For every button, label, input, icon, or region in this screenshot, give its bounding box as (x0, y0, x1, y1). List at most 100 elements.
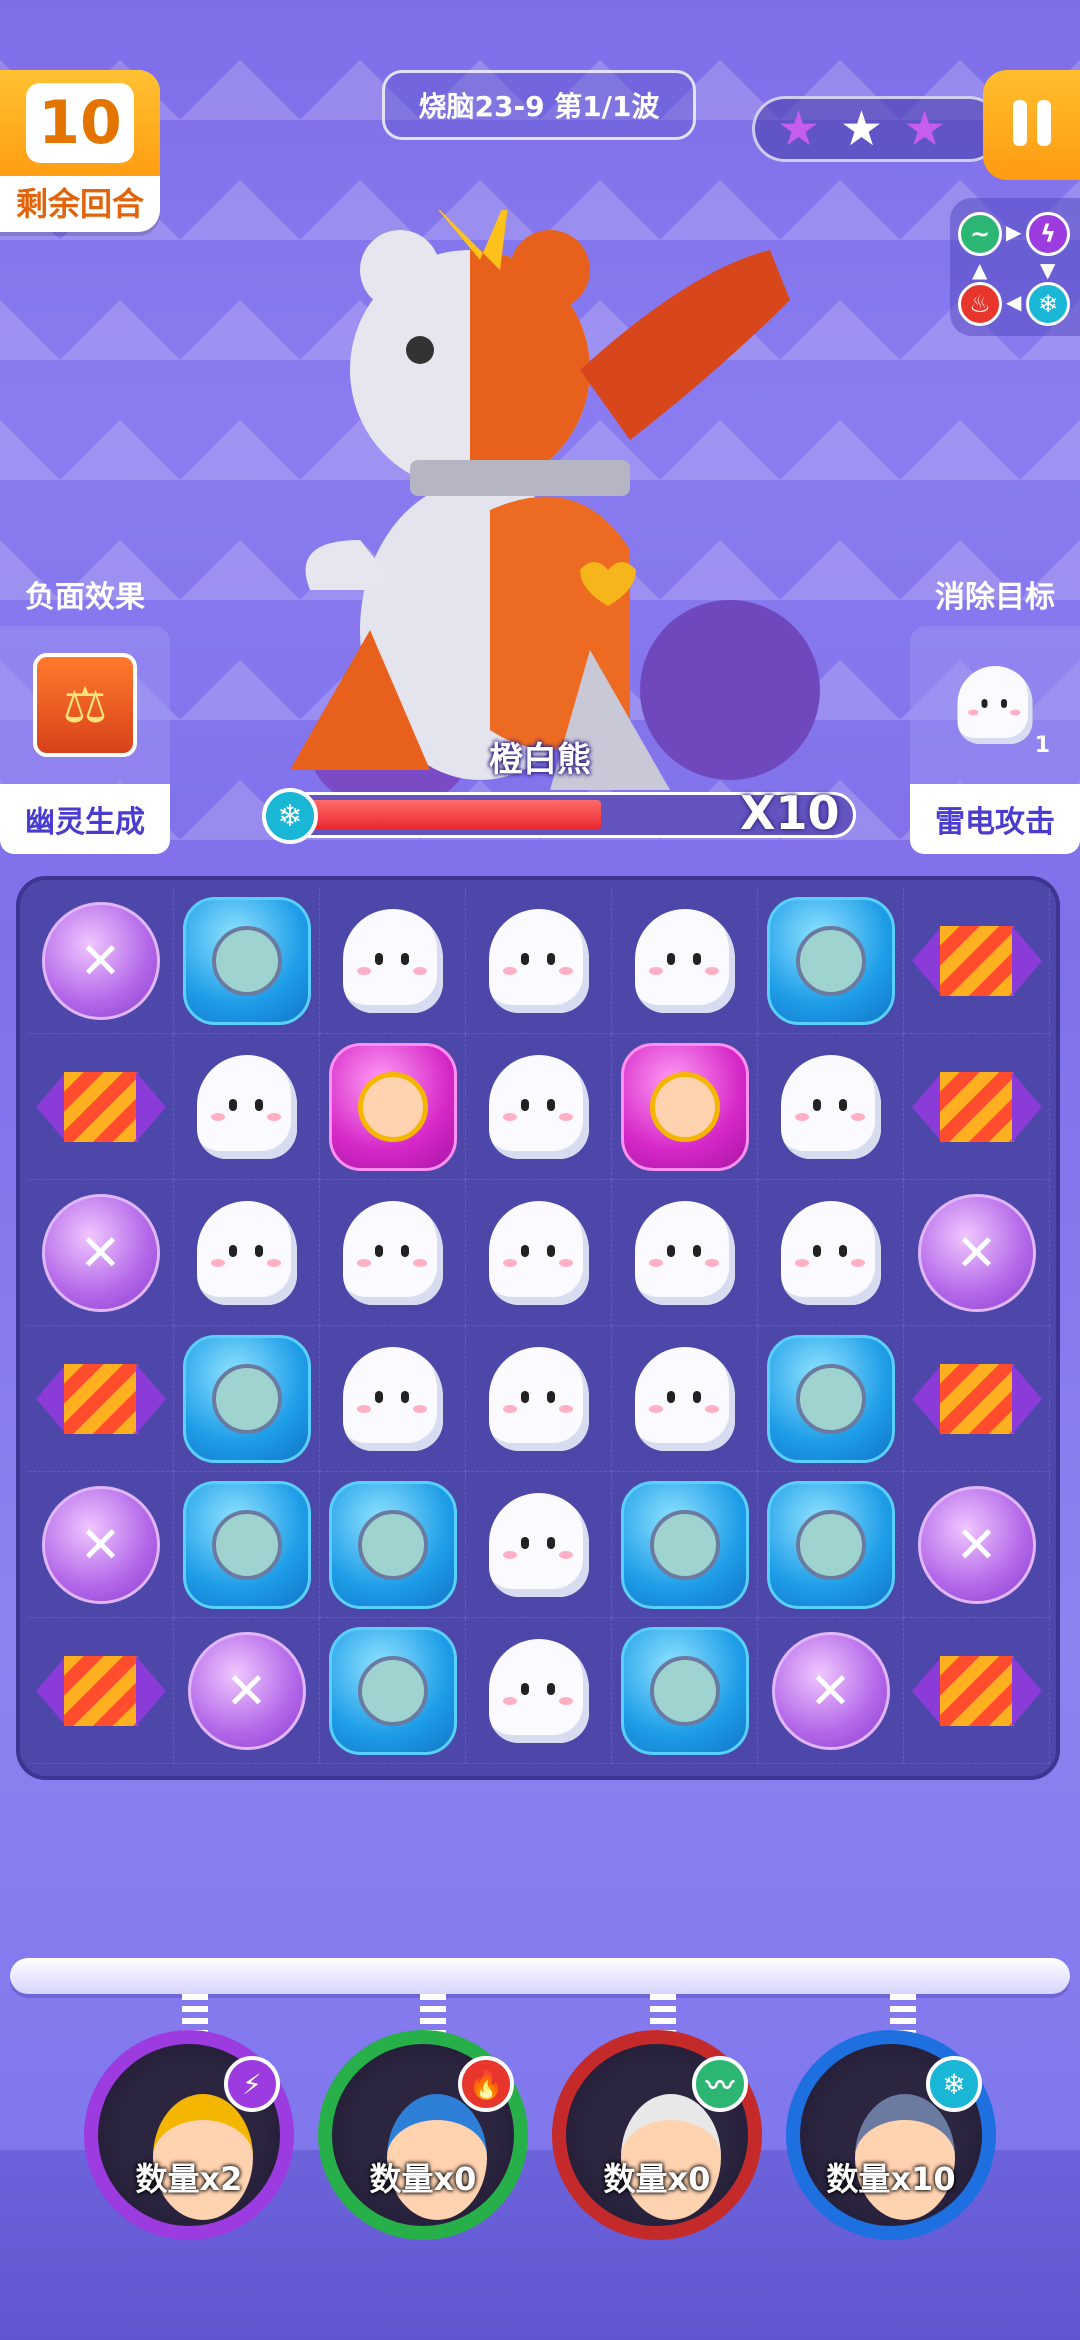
hero-count: 数量x0 (369, 2160, 477, 2198)
star-rating: ★ ★ ★ (752, 96, 1002, 162)
hero-slot-lightning[interactable]: ⚡ 数量x2 (84, 2030, 294, 2240)
board-cell[interactable] (174, 1034, 320, 1180)
spring (182, 1994, 208, 2034)
board-cell[interactable] (28, 1326, 174, 1472)
star-icon: ★ (840, 101, 884, 157)
board-cell[interactable]: ✕ (758, 1618, 904, 1764)
blue-hero-tile (620, 1626, 749, 1755)
board-cell[interactable]: ✕ (904, 1180, 1050, 1326)
ghost-tile (480, 1486, 598, 1604)
board-cell[interactable] (758, 1034, 904, 1180)
board-cell[interactable] (758, 1472, 904, 1618)
ghost-icon (951, 661, 1040, 750)
board-cell[interactable]: ✕ (28, 1472, 174, 1618)
lightning-badge-icon: ⚡ (224, 2056, 280, 2112)
board-cell[interactable] (612, 1472, 758, 1618)
board-cell[interactable]: ✕ (28, 888, 174, 1034)
board-cell[interactable] (466, 1472, 612, 1618)
rocket-tile (911, 1071, 1042, 1142)
hero-slot-wind[interactable]: 〰 数量x0 (552, 2030, 762, 2240)
hero-slot-fire[interactable]: 🔥 数量x0 (318, 2030, 528, 2240)
board-cell[interactable] (612, 1180, 758, 1326)
scale-debuff-icon[interactable]: ⚖ (33, 653, 137, 757)
board-cell[interactable] (320, 1618, 466, 1764)
board-cell[interactable] (466, 1180, 612, 1326)
spring (890, 1994, 916, 2034)
fire-icon: ♨ (958, 282, 1002, 326)
board-cell[interactable] (174, 1326, 320, 1472)
element-cycle-chart[interactable]: ~ ▶ ϟ ▲ ▼ ♨ ◀ ❄ (950, 198, 1080, 336)
rocket-tile (911, 1655, 1042, 1726)
lightning-orb-tile: ✕ (771, 1631, 890, 1750)
star-icon: ★ (903, 101, 947, 157)
board-cell[interactable] (466, 888, 612, 1034)
board-cell[interactable] (904, 888, 1050, 1034)
board-cell[interactable] (612, 1326, 758, 1472)
arrow-left-icon: ◀ (1006, 290, 1022, 314)
blue-hero-tile (182, 1480, 311, 1609)
pause-button[interactable] (983, 70, 1080, 180)
board-cell[interactable]: ✕ (174, 1618, 320, 1764)
ghost-tile (480, 902, 598, 1020)
board-cell[interactable] (320, 888, 466, 1034)
ghost-tile (334, 1340, 452, 1458)
ghost-tile (480, 1632, 598, 1750)
arrow-up-icon: ▲ (972, 258, 988, 282)
board-cell[interactable] (28, 1034, 174, 1180)
ice-icon: ❄ (1026, 282, 1070, 326)
board-cell[interactable] (320, 1326, 466, 1472)
rocket-tile (911, 1363, 1042, 1434)
board-cell[interactable] (466, 1034, 612, 1180)
hero-slot-ice[interactable]: ❄ 数量x10 (786, 2030, 996, 2240)
blue-hero-tile (182, 1334, 311, 1463)
board-cell[interactable] (174, 1472, 320, 1618)
board-cell[interactable] (904, 1618, 1050, 1764)
board-cell[interactable] (758, 888, 904, 1034)
board-cell[interactable] (466, 1618, 612, 1764)
board-cell[interactable] (320, 1472, 466, 1618)
board-cell[interactable] (758, 1326, 904, 1472)
ghost-tile (480, 1194, 598, 1312)
ghost-tile (480, 1340, 598, 1458)
target-count: 1 (1034, 733, 1050, 758)
remaining-turns-badge: 10 剩余回合 (0, 70, 160, 232)
board-cell[interactable] (174, 1180, 320, 1326)
ghost-tile (772, 1048, 890, 1166)
clear-target-name: 雷电攻击 (910, 784, 1080, 854)
rocket-tile (35, 1071, 166, 1142)
board-cell[interactable] (320, 1034, 466, 1180)
ice-badge-icon: ❄ (926, 2056, 982, 2112)
ghost-tile (626, 1340, 744, 1458)
lightning-icon: ϟ (1026, 212, 1070, 256)
arrow-right-icon: ▶ (1006, 220, 1022, 244)
board-cell[interactable] (28, 1618, 174, 1764)
wind-icon: ~ (958, 212, 1002, 256)
arrow-down-icon: ▼ (1040, 258, 1056, 282)
snowflake-icon: ❄ (262, 788, 318, 844)
board-cell[interactable] (904, 1034, 1050, 1180)
turns-value: 10 (26, 83, 134, 163)
board-cell[interactable] (612, 1034, 758, 1180)
board-cell[interactable] (758, 1180, 904, 1326)
spring (420, 1994, 446, 2034)
lightning-orb-tile: ✕ (917, 1485, 1036, 1604)
board-cell[interactable]: ✕ (904, 1472, 1050, 1618)
hero-count: 数量x0 (603, 2160, 711, 2198)
rocket-tile (911, 925, 1042, 996)
clear-target-title: 消除目标 (935, 580, 1055, 615)
hero-count: 数量x10 (826, 2160, 956, 2198)
board-cell[interactable] (612, 1618, 758, 1764)
board-cell[interactable] (904, 1326, 1050, 1472)
rocket-tile (35, 1363, 166, 1434)
board-cell[interactable] (174, 888, 320, 1034)
board-cell[interactable] (612, 888, 758, 1034)
board-cell[interactable]: ✕ (28, 1180, 174, 1326)
rocket-tile (35, 1655, 166, 1726)
clear-target-panel: 消除目标 1 雷电攻击 (910, 570, 1080, 870)
lightning-orb-tile: ✕ (41, 1485, 160, 1604)
ghost-tile (480, 1048, 598, 1166)
board-cell[interactable] (466, 1326, 612, 1472)
board-cell[interactable] (320, 1180, 466, 1326)
ghost-tile (334, 1194, 452, 1312)
blue-hero-tile (620, 1480, 749, 1609)
